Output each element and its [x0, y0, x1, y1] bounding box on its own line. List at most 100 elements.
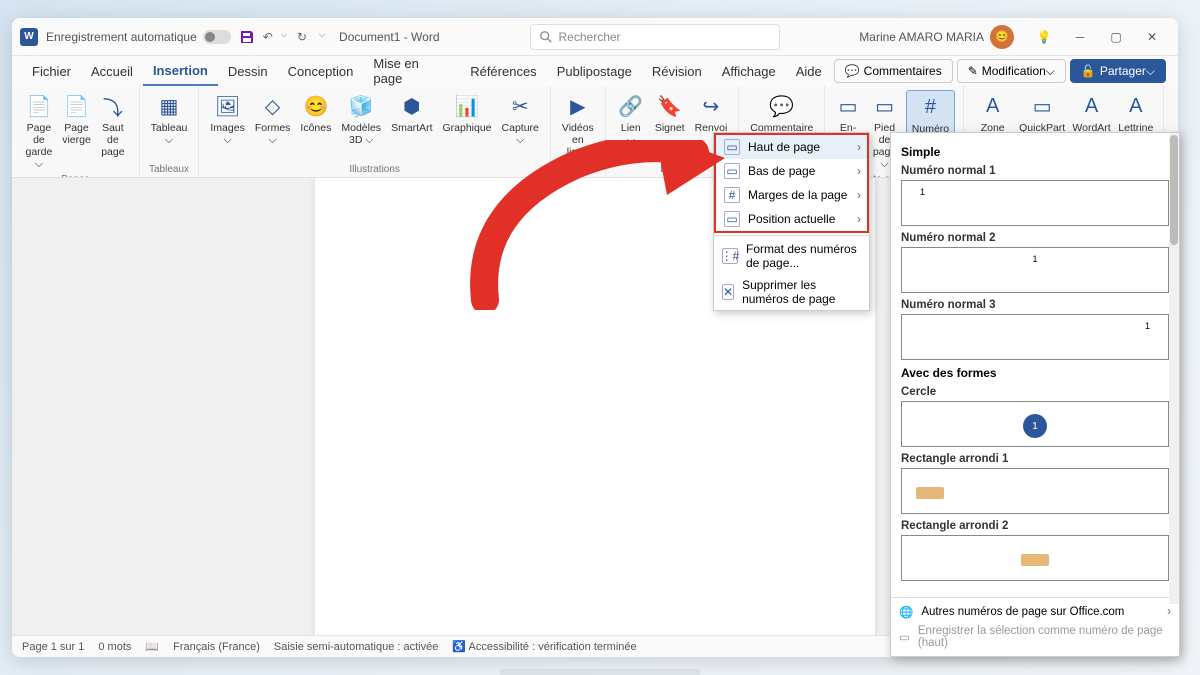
ribbon-button-label: Saut depage [98, 122, 127, 158]
ribbon-icon: 🔖 [656, 92, 684, 120]
ribbon-group-label: Média [559, 164, 597, 175]
gallery-preview-rect-2[interactable] [901, 535, 1169, 581]
ribbon-icon: ↪ [697, 92, 725, 120]
ribbon-button[interactable]: 😊Icônes [297, 90, 334, 136]
gallery-item-label: Cercle [901, 386, 1169, 398]
ribbon-icon: 🔗 [617, 92, 645, 120]
ribbon-icon: ▦ [155, 92, 183, 120]
search-input[interactable]: Rechercher [530, 24, 780, 50]
autosave-toggle[interactable]: Enregistrement automatique [46, 30, 231, 44]
close-button[interactable]: ✕ [1134, 19, 1170, 55]
ribbon-group: ▶Vidéosen ligne Média [551, 86, 606, 177]
titlebar: W Enregistrement automatique ↶⌵ ↻ ⌵ Docu… [12, 18, 1178, 56]
gallery-preview-rect-1[interactable] [901, 468, 1169, 514]
tab-revision[interactable]: Révision [642, 56, 712, 86]
ribbon-button[interactable]: 🖼Images⌵ [207, 90, 247, 148]
tab-mise-en-page[interactable]: Mise en page [363, 56, 460, 86]
gallery-item-label: Rectangle arrondi 1 [901, 453, 1169, 465]
tab-references[interactable]: Références [460, 56, 546, 86]
document-title: Document1 - Word [339, 30, 439, 44]
dropdown-item-marges[interactable]: #Marges de la page› [716, 183, 867, 207]
tab-conception[interactable]: Conception [278, 56, 364, 86]
page-number-dropdown: ▭Haut de page› ▭Bas de page› #Marges de … [713, 132, 870, 311]
ribbon-button[interactable]: ↪Renvoi [692, 90, 731, 136]
gallery-preview-circle[interactable]: 1 [901, 401, 1169, 447]
save-icon[interactable] [239, 29, 255, 45]
ribbon-icon: ▭ [1028, 92, 1056, 120]
gallery-preview-normal-3[interactable]: 1 [901, 314, 1169, 360]
autosave-label: Enregistrement automatique [46, 30, 197, 44]
gallery-item-label: Numéro normal 2 [901, 232, 1169, 244]
ribbon-button[interactable]: ✂Capture⌵ [499, 90, 542, 148]
save-selection-icon: ▭ [899, 630, 910, 644]
status-words[interactable]: 0 mots [98, 641, 131, 653]
ribbon-button[interactable]: ⬢SmartArt [388, 90, 435, 136]
status-autocomplete[interactable]: Saisie semi-automatique : activée [274, 641, 438, 653]
help-icon[interactable]: 💡 [1026, 30, 1062, 44]
tab-fichier[interactable]: Fichier [22, 56, 81, 86]
tab-aide[interactable]: Aide [786, 56, 832, 86]
ribbon-button[interactable]: ▶Vidéosen ligne [559, 90, 597, 160]
gallery-item-label: Rectangle arrondi 2 [901, 520, 1169, 532]
ribbon-button[interactable]: 🔗Lien⌵ [614, 90, 648, 148]
tab-accueil[interactable]: Accueil [81, 56, 143, 86]
ribbon-button-label: Tableau⌵ [151, 122, 188, 146]
tab-publipostage[interactable]: Publipostage [547, 56, 642, 86]
toggle-switch-icon[interactable] [203, 30, 231, 44]
ribbon-group-label: Illustrations [207, 164, 542, 175]
dropdown-item-format[interactable]: ⋮#Format des numéros de page... [714, 238, 869, 274]
scrollbar[interactable] [1169, 133, 1179, 604]
status-accessibility[interactable]: ♿ Accessibilité : vérification terminée [452, 640, 636, 653]
ribbon-icon: ⤵ [99, 92, 127, 120]
gallery-section-shapes: Avec des formes [901, 366, 1169, 380]
ribbon-icon: 📄 [25, 92, 53, 120]
share-button[interactable]: 🔓Partager ⌵ [1070, 59, 1166, 83]
status-spellcheck-icon[interactable]: 📖 [145, 640, 159, 653]
undo-icon[interactable]: ↶ [263, 30, 273, 44]
ribbon-button[interactable]: ⤵Saut depage [95, 90, 130, 160]
page-bottom-icon: ▭ [724, 163, 740, 179]
ribbon-icon: ▶ [564, 92, 592, 120]
ribbon-button-label: Signet [655, 122, 685, 134]
ribbon-button-label: Modèles3D ⌵ [341, 122, 381, 146]
editing-mode-button[interactable]: ✎Modification ⌵ [957, 59, 1066, 83]
current-position-icon: ▭ [724, 211, 740, 227]
gallery-more-office[interactable]: 🌐Autres numéros de page sur Office.com› [899, 602, 1171, 622]
dropdown-item-haut-de-page[interactable]: ▭Haut de page› [716, 135, 867, 159]
page-margins-icon: # [724, 187, 740, 203]
comments-button[interactable]: 💬Commentaires [834, 59, 953, 83]
globe-icon: 🌐 [899, 605, 913, 619]
maximize-button[interactable]: ▢ [1098, 19, 1134, 55]
ribbon-icon: A [1122, 92, 1150, 120]
status-page[interactable]: Page 1 sur 1 [22, 641, 84, 653]
search-icon [539, 30, 553, 44]
dropdown-item-bas-de-page[interactable]: ▭Bas de page› [716, 159, 867, 183]
ribbon-button[interactable]: ◇Formes⌵ [252, 90, 294, 148]
ribbon-button[interactable]: 📄Page degarde ⌵ [20, 90, 58, 172]
tab-affichage[interactable]: Affichage [712, 56, 786, 86]
ribbon-button[interactable]: 🧊Modèles3D ⌵ [338, 90, 384, 148]
ribbon-button[interactable]: 📊Graphique [439, 90, 494, 136]
annotation-highlight-box: ▭Haut de page› ▭Bas de page› #Marges de … [714, 133, 869, 233]
ribbon-button[interactable]: ▦Tableau⌵ [148, 90, 191, 148]
tab-insertion[interactable]: Insertion [143, 56, 218, 86]
dropdown-item-position-actuelle[interactable]: ▭Position actuelle› [716, 207, 867, 231]
chevron-right-icon: › [857, 212, 861, 226]
ribbon-button[interactable]: 💬Commentaire [747, 90, 816, 136]
page-number-gallery: Simple Numéro normal 1 1 Numéro normal 2… [890, 132, 1180, 657]
ribbon-button-label: Graphique [442, 122, 491, 134]
word-app-icon: W [20, 28, 38, 46]
status-language[interactable]: Français (France) [173, 641, 260, 653]
gallery-preview-normal-2[interactable]: 1 [901, 247, 1169, 293]
minimize-button[interactable]: ─ [1062, 19, 1098, 55]
ribbon-button-label: Formes⌵ [255, 122, 291, 146]
ribbon-button-label: Page degarde ⌵ [23, 122, 55, 170]
redo-icon[interactable]: ↻ [297, 30, 307, 44]
gallery-preview-normal-1[interactable]: 1 [901, 180, 1169, 226]
ribbon-icon: A [1078, 92, 1106, 120]
dropdown-item-supprimer[interactable]: ✕Supprimer les numéros de page [714, 274, 869, 310]
ribbon-button[interactable]: 📄Pagevierge [62, 90, 91, 148]
user-account[interactable]: Marine AMARO MARIA 😊 [859, 25, 1014, 49]
tab-dessin[interactable]: Dessin [218, 56, 278, 86]
ribbon-button[interactable]: 🔖 Signet [652, 90, 688, 136]
